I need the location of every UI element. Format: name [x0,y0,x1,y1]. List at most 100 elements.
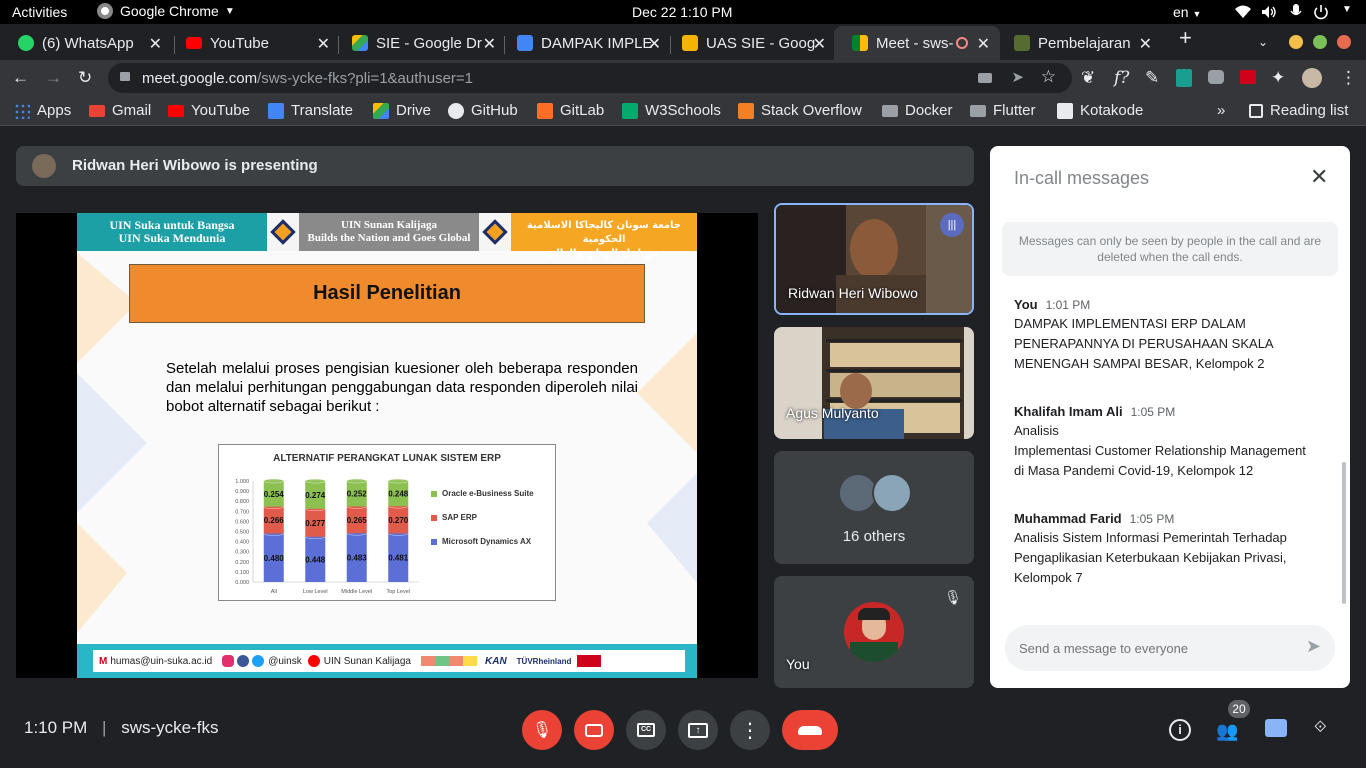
presentation-stage: UIN Suka untuk Bangsa UIN Suka Mendunia … [16,213,758,678]
volume-icon[interactable] [1261,5,1277,19]
people-button[interactable]: 👥 20 [1214,700,1250,743]
mendeley-extension-icon[interactable] [1240,70,1256,84]
tab-search-icon[interactable]: ⌄ [1258,32,1268,52]
y-tick-label: 0.400 [235,540,249,546]
new-tab-icon[interactable]: + [1179,27,1192,49]
camera-off-icon [585,723,603,737]
lock-icon[interactable] [120,72,130,81]
data-label: 0.480 [264,554,285,563]
power-icon[interactable] [1313,4,1329,20]
message-line: Kelompok 7 [1014,570,1083,585]
close-icon[interactable]: ✕ [483,34,496,54]
app-menu[interactable]: Google Chrome ▼ [97,3,235,19]
tab-whatsapp[interactable]: (6) WhatsApp ✕ [0,26,172,60]
wifi-icon[interactable] [1235,5,1251,19]
meeting-code[interactable]: sws-ycke-fks [121,718,218,737]
close-icon[interactable]: ✕ [977,34,990,54]
participant-count-badge: 20 [1228,700,1250,718]
bookmark-w3schools[interactable]: W3Schools [622,102,721,119]
avatar[interactable] [1302,68,1322,88]
chat-scrollbar[interactable] [1342,462,1346,604]
meet-area: Ridwan Heri Wibowo is presenting UIN Suk… [0,127,1366,768]
tab-google-slides[interactable]: UAS SIE - Goog ✕ [664,26,836,60]
participant-tile-presenter[interactable]: ||| Ridwan Heri Wibowo [774,203,974,315]
activities-button[interactable]: Activities [12,4,67,20]
slide-title: Hasil Penelitian [313,282,461,304]
tab-meet[interactable]: Meet - sws- ✕ [834,26,1000,60]
bookmark-kotakode[interactable]: Kotakode [1057,102,1143,119]
activities-icon[interactable]: ⟐ [1314,719,1334,739]
reading-list-button[interactable]: Reading list [1249,102,1348,119]
participant-tile-self[interactable]: 🎙 You [774,576,974,688]
close-icon[interactable]: ✕ [813,34,826,54]
extensions-puzzle-icon[interactable]: ✦ [1271,68,1285,88]
language-indicator[interactable]: en ▼ [1173,4,1201,20]
chat-input-box: ➤ [1005,625,1335,671]
info-icon[interactable]: i [1169,719,1191,741]
microphone-icon[interactable] [1290,4,1302,20]
close-window-icon[interactable] [1337,35,1351,49]
camera-off-button[interactable] [574,710,614,750]
header-line: UIN Suka Mendunia [118,231,226,245]
close-icon[interactable]: ✕ [317,34,330,54]
bookmarks-bar: Apps Gmail YouTube Translate Drive GitHu… [0,96,1366,126]
back-icon[interactable]: ← [12,68,29,88]
bookmark-translate[interactable]: Translate [268,102,353,119]
github-icon [448,102,464,119]
close-icon[interactable]: ✕ [149,34,162,54]
extension-icon[interactable]: ❦ [1081,68,1095,88]
bookmark-gitlab[interactable]: GitLab [537,102,604,119]
close-icon[interactable]: ✕ [1310,164,1328,190]
chat-extension-icon[interactable] [1208,70,1224,84]
send-tab-icon[interactable]: ➤ [1011,68,1024,86]
system-top-bar: Activities Google Chrome ▼ Dec 22 1:10 P… [0,0,1366,24]
participant-tile[interactable]: Agus Mulyanto [774,327,974,439]
more-options-button[interactable]: ⋮ [730,710,770,750]
present-now-button[interactable]: ↑ [678,710,718,750]
data-label: 0.270 [388,516,409,525]
send-icon[interactable]: ➤ [1306,636,1321,657]
bookmark-docker[interactable]: Docker [882,102,953,119]
tab-youtube[interactable]: YouTube ✕ [168,26,340,60]
bookmark-label: Docker [905,102,953,119]
tab-google-docs[interactable]: DAMPAK IMPLE ✕ [499,26,671,60]
bookmarks-overflow-icon[interactable]: » [1217,102,1225,119]
legend-swatch [431,515,437,521]
reload-icon[interactable]: ↻ [78,68,92,88]
bookmark-star-icon[interactable]: ☆ [1041,67,1056,87]
chat-icon[interactable] [1265,719,1287,737]
caret-down-icon[interactable]: ▼ [1342,4,1352,15]
extension-badge-icon[interactable] [1176,69,1192,87]
participant-tile-others[interactable]: 16 others [774,451,974,564]
mic-off-icon: 🎙 [944,589,962,605]
bookmark-github[interactable]: GitHub [448,102,518,119]
tab-google-drive[interactable]: SIE - Google Dr ✕ [334,26,506,60]
minimize-icon[interactable] [1289,35,1303,49]
bookmark-apps[interactable]: Apps [14,102,71,119]
caret-down-icon: ▼ [224,5,235,17]
clock[interactable]: Dec 22 1:10 PM [632,4,732,20]
bookmark-gmail[interactable]: Gmail [89,102,151,119]
maximize-icon[interactable] [1313,35,1327,49]
bookmark-stack-overflow[interactable]: Stack Overflow [738,102,862,119]
camera-icon[interactable] [978,73,992,83]
close-icon[interactable]: ✕ [648,34,661,54]
forward-icon[interactable]: → [45,68,62,88]
formula-extension-icon[interactable]: f? [1114,68,1129,88]
captions-button[interactable]: CC [626,710,666,750]
presentation-slide: UIN Suka untuk Bangsa UIN Suka Mendunia … [77,213,697,678]
header-line: جامعة سونان كاليجاكا الاسلامية الحكومية [526,220,682,245]
message-line: di Masa Pandemi Covid-19, Kelompok 12 [1014,463,1254,478]
pen-extension-icon[interactable]: ✎ [1145,68,1159,88]
close-icon[interactable]: ✕ [1139,34,1152,54]
leave-call-button[interactable] [782,710,838,750]
more-menu-icon[interactable]: ⋮ [1340,68,1357,88]
chat-input[interactable] [1019,637,1289,659]
tab-pembelajaran[interactable]: Pembelajaran ✕ [996,26,1162,60]
mic-off-button[interactable]: 🎙 [522,710,562,750]
bookmark-drive[interactable]: Drive [373,102,431,119]
bookmark-youtube[interactable]: YouTube [168,102,250,119]
uin-logo-icon [479,213,511,251]
address-bar[interactable]: meet.google.com/sws-ycke-fks?pli=1&authu… [108,63,1072,93]
bookmark-flutter[interactable]: Flutter [970,102,1036,119]
